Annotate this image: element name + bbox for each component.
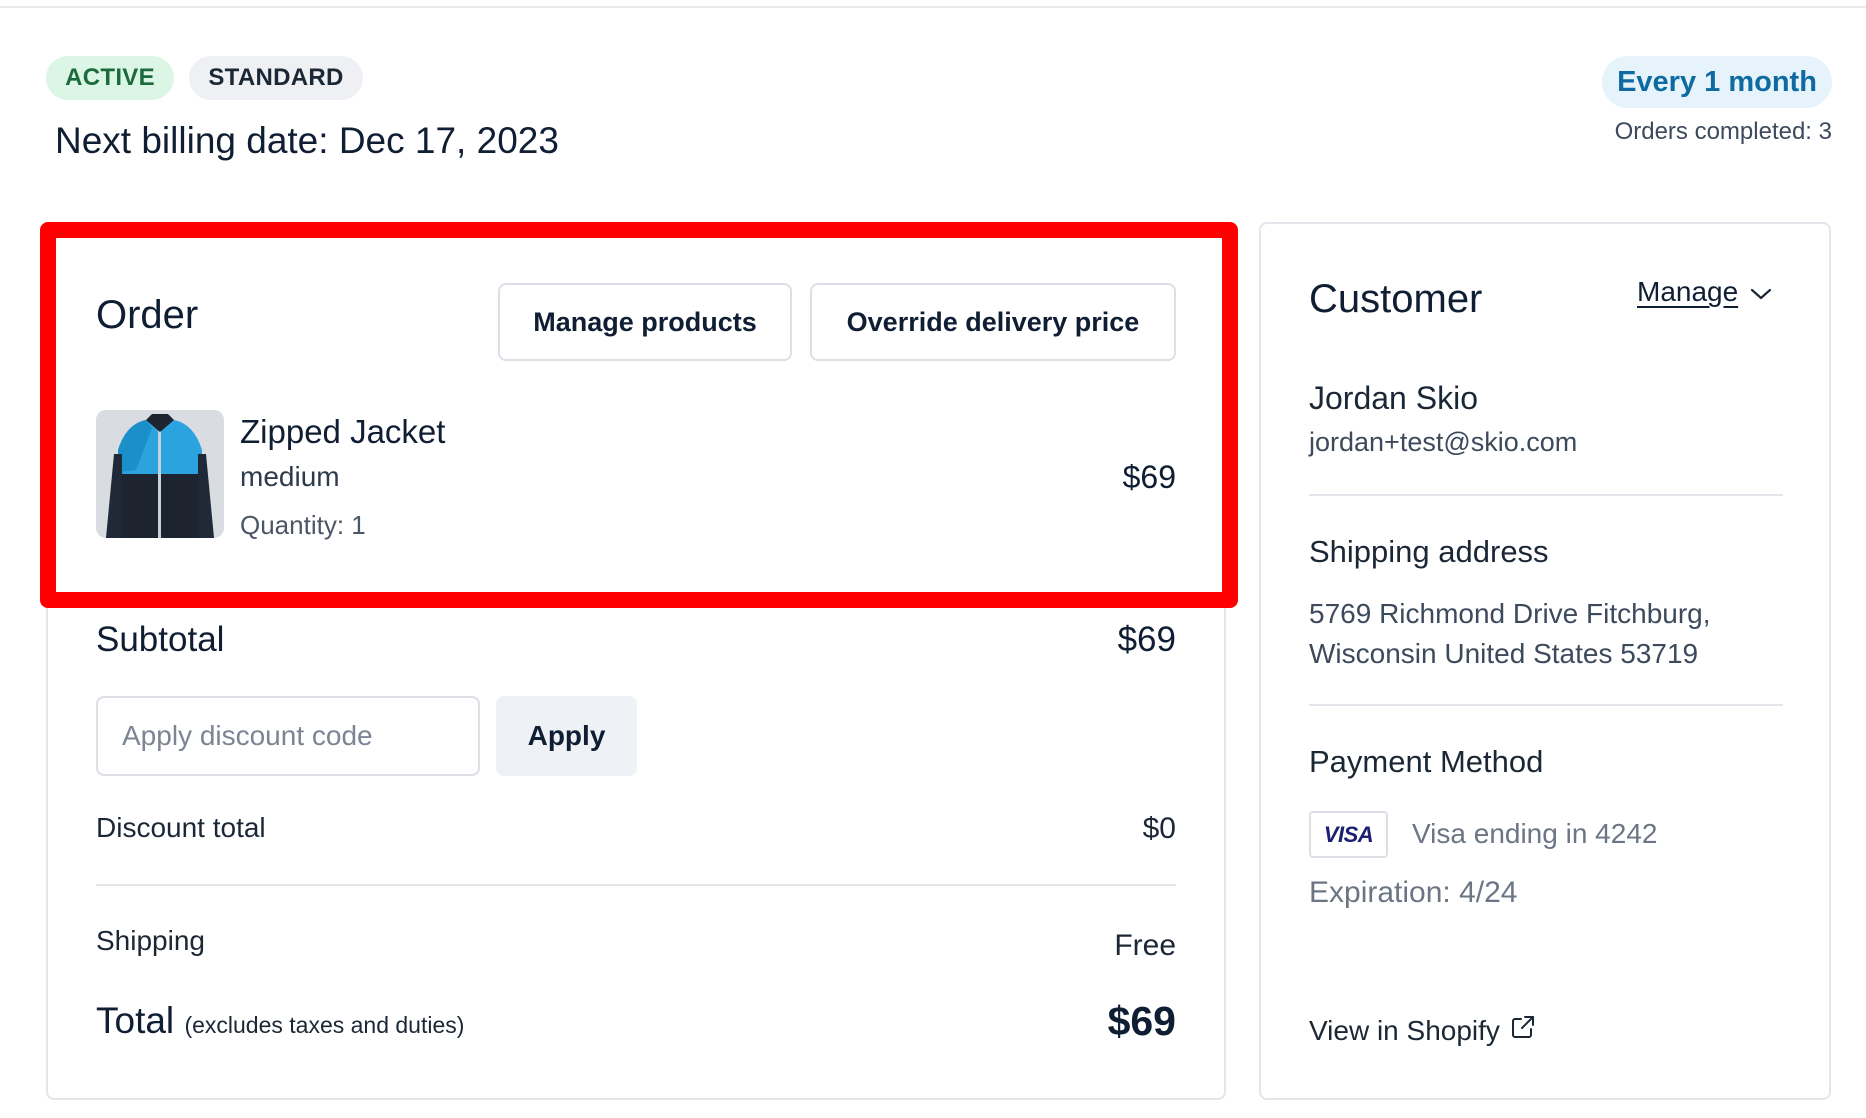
manage-products-button[interactable]: Manage products [498,283,792,361]
customer-divider-1 [1309,494,1783,496]
customer-manage-dropdown[interactable]: Manage [1637,276,1772,308]
customer-email: jordan+test@skio.com [1309,427,1578,457]
shipping-address-title: Shipping address [1309,534,1549,569]
product-variant: medium [240,461,340,492]
next-billing-date: Next billing date: Dec 17, 2023 [55,120,559,161]
total-label-text: Total [96,1000,175,1041]
override-delivery-price-button[interactable]: Override delivery price [810,283,1176,361]
discount-code-input[interactable] [96,696,480,776]
order-title: Order [96,293,199,337]
address-line-2: Wisconsin United States 53719 [1309,638,1699,669]
total-value: $69 [1107,998,1176,1044]
total-label: Total (excludes taxes and duties) [96,1000,464,1042]
status-badge: ACTIVE [46,56,174,100]
shipping-value: Free [1114,929,1176,962]
product-name: Zipped Jacket [240,413,446,450]
subtotal-label: Subtotal [96,620,225,659]
discount-total-label: Discount total [96,812,266,843]
customer-name: Jordan Skio [1309,380,1478,416]
customer-title: Customer [1309,277,1483,321]
product-price: $69 [1122,459,1176,495]
orders-completed: Orders completed: 3 [1614,118,1832,145]
plan-badge: STANDARD [189,56,363,100]
shipping-label: Shipping [96,925,205,956]
view-in-shopify-link[interactable]: View in Shopify [1309,1014,1536,1047]
address-line-1: 5769 Richmond Drive Fitchburg, [1309,598,1711,629]
product-quantity: Quantity: 1 [240,510,366,540]
card-ending: Visa ending in 4242 [1412,818,1658,849]
view-in-shopify-label: View in Shopify [1309,1014,1500,1046]
product-thumbnail [96,410,224,538]
card-expiration: Expiration: 4/24 [1309,876,1518,909]
payment-method-title: Payment Method [1309,744,1544,779]
manage-label: Manage [1637,276,1739,307]
external-link-icon [1510,1014,1536,1047]
shipping-address: 5769 Richmond Drive Fitchburg, Wisconsin… [1309,594,1711,674]
customer-divider-2 [1309,704,1783,706]
order-divider [96,884,1176,886]
top-divider [0,6,1866,8]
apply-discount-button[interactable]: Apply [496,696,637,776]
discount-total-value: $0 [1142,812,1176,845]
visa-card-icon: VISA [1309,811,1388,858]
chevron-down-icon [1750,276,1772,308]
total-note: (excludes taxes and duties) [184,1012,465,1038]
frequency-badge: Every 1 month [1602,56,1832,108]
subtotal-value: $69 [1117,620,1176,659]
